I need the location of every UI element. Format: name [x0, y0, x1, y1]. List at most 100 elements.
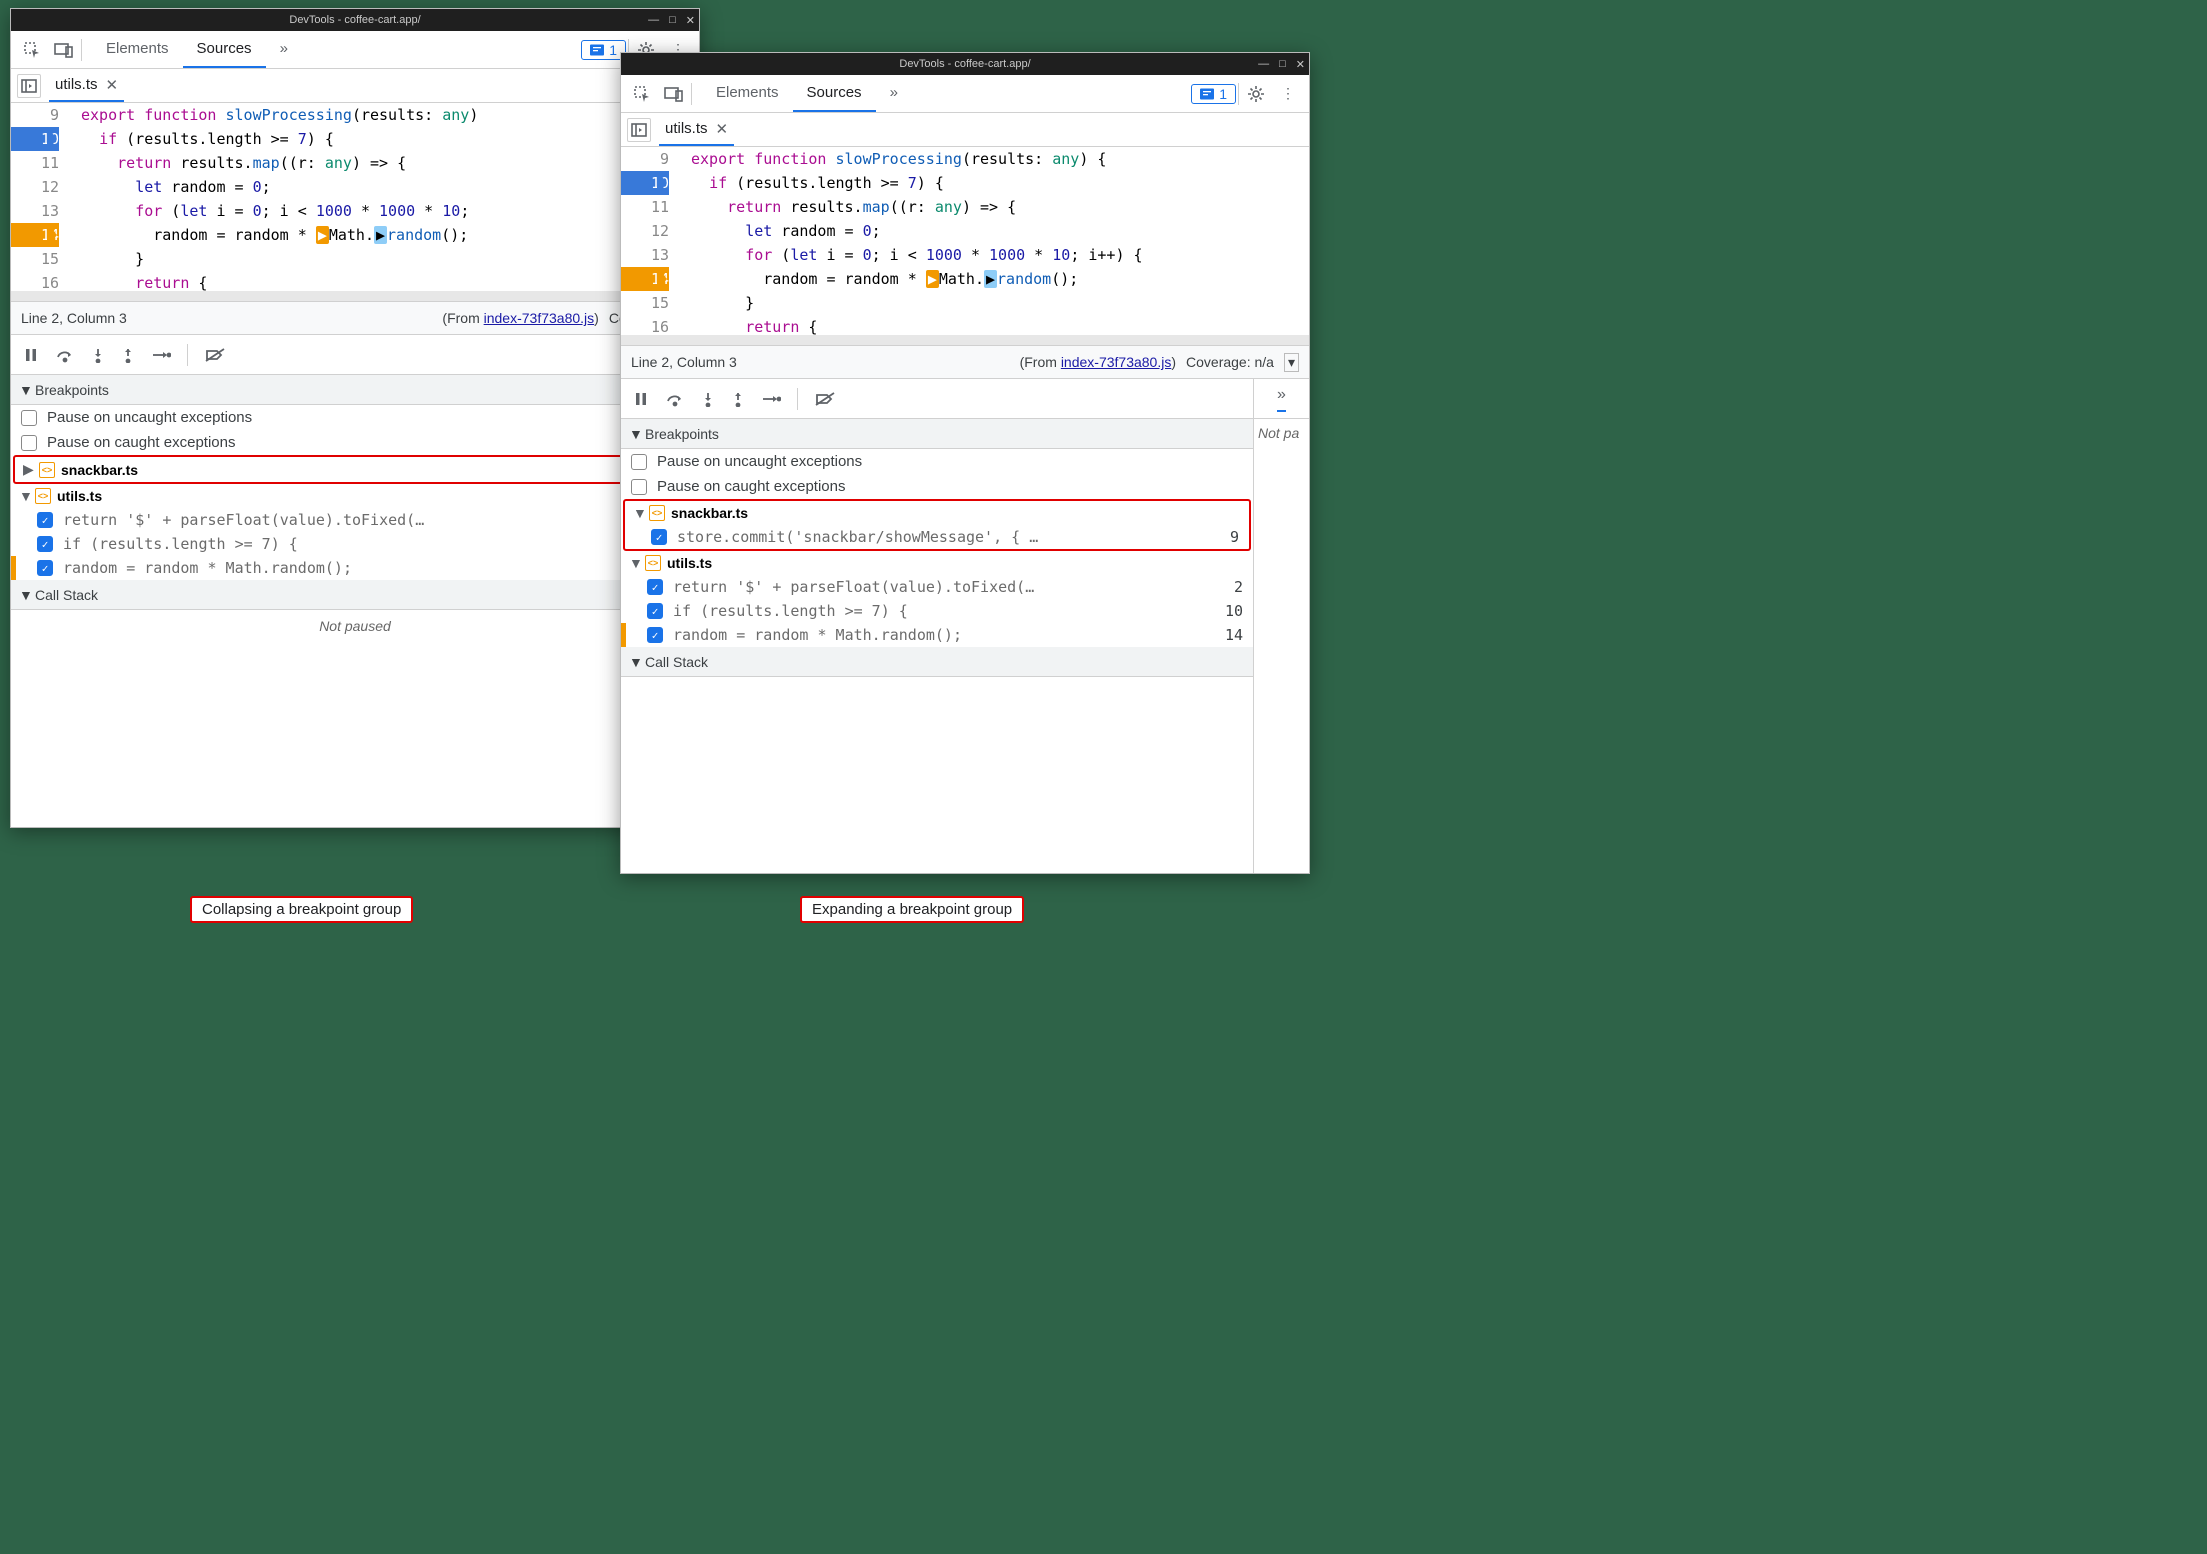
checkbox-checked[interactable]: ✓ [37, 512, 53, 528]
device-toggle-icon[interactable] [49, 35, 79, 65]
close-icon[interactable]: ✕ [106, 76, 119, 94]
checkbox-checked[interactable]: ✓ [37, 560, 53, 576]
breakpoint-entry[interactable]: ✓ if (results.length >= 7) { 10 [621, 599, 1253, 623]
breakpoint-entry[interactable]: ✓ if (results.length >= 7) { 10 [11, 532, 699, 556]
breakpoint-group-snackbar[interactable]: ▶ <> snackbar.ts [15, 457, 695, 482]
scrollbar-horizontal[interactable] [11, 291, 699, 301]
pause-caught-row[interactable]: Pause on caught exceptions [621, 474, 1253, 499]
checkbox-checked[interactable]: ✓ [37, 536, 53, 552]
line-number-breakpoint[interactable]: 10 [621, 171, 669, 195]
breakpoints-pane-header[interactable]: ▼ Breakpoints [621, 419, 1253, 449]
breakpoint-entry[interactable]: ✓ store.commit('snackbar/showMessage', {… [625, 525, 1249, 549]
line-number[interactable]: 13 [621, 243, 669, 267]
checkbox-checked[interactable]: ✓ [647, 579, 663, 595]
inspect-icon[interactable] [627, 79, 657, 109]
issues-badge[interactable]: 1 [1191, 84, 1236, 104]
line-number[interactable]: 9 [11, 103, 59, 127]
device-toggle-icon[interactable] [659, 79, 689, 109]
line-number[interactable]: 15 [621, 291, 669, 315]
navigator-toggle-icon[interactable] [627, 118, 651, 142]
overflow-tabs[interactable]: » [1254, 379, 1309, 419]
tab-sources[interactable]: Sources [183, 31, 266, 68]
tab-sources[interactable]: Sources [793, 75, 876, 112]
file-tab-utils[interactable]: utils.ts ✕ [659, 113, 734, 146]
line-number[interactable]: 11 [11, 151, 59, 175]
chevron-down-icon: ▼ [629, 555, 639, 571]
settings-icon[interactable] [1241, 79, 1271, 109]
breakpoint-entry[interactable]: ✓ return '$' + parseFloat(value).toFixed… [621, 575, 1253, 599]
breakpoint-entry[interactable]: ✓ random = random * Math.random(); 14 [621, 623, 1253, 647]
close-button[interactable]: ✕ [1296, 58, 1305, 71]
checkbox-unchecked[interactable] [631, 454, 647, 470]
code-content[interactable]: export function slowProcessing(results: … [67, 103, 699, 301]
source-map-link[interactable]: index-73f73a80.js [1061, 354, 1172, 370]
deactivate-breakpoints-icon[interactable] [814, 391, 836, 407]
file-tab-utils[interactable]: utils.ts ✕ [49, 69, 124, 102]
issues-count: 1 [1219, 86, 1227, 102]
close-icon[interactable]: ✕ [716, 120, 729, 138]
breakpoint-line-number: 2 [1234, 578, 1243, 596]
step-icon[interactable] [761, 393, 781, 405]
line-number[interactable]: 13 [11, 199, 59, 223]
checkbox-unchecked[interactable] [21, 435, 37, 451]
pause-uncaught-row[interactable]: Pause on uncaught exceptions [11, 405, 699, 430]
step-into-icon[interactable] [91, 347, 105, 363]
chevron-down-icon: ▼ [19, 382, 29, 398]
line-number-conditional-breakpoint[interactable]: 14 [11, 223, 59, 247]
scrollbar-horizontal[interactable] [621, 335, 1309, 345]
checkbox-unchecked[interactable] [631, 479, 647, 495]
line-gutter[interactable]: 9 10 11 12 13 14 15 16 17 [11, 103, 67, 301]
breakpoint-entry[interactable]: ✓ return '$' + parseFloat(value).toFixed… [11, 508, 699, 532]
chevron-down-icon: ▼ [629, 654, 639, 670]
step-icon[interactable] [151, 349, 171, 361]
pause-icon[interactable] [633, 391, 649, 407]
callstack-pane-header[interactable]: ▼ Call Stack [11, 580, 699, 610]
step-out-icon[interactable] [121, 347, 135, 363]
pane-title: Breakpoints [35, 382, 109, 398]
step-out-icon[interactable] [731, 391, 745, 407]
line-number-conditional-breakpoint[interactable]: 14 [621, 267, 669, 291]
line-number[interactable]: 12 [11, 175, 59, 199]
code-content[interactable]: export function slowProcessing(results: … [677, 147, 1309, 345]
checkbox-checked[interactable]: ✓ [651, 529, 667, 545]
line-number-breakpoint[interactable]: 10 [11, 127, 59, 151]
navigator-toggle-icon[interactable] [17, 74, 41, 98]
inspect-icon[interactable] [17, 35, 47, 65]
checkbox-checked[interactable]: ✓ [647, 627, 663, 643]
code-editor[interactable]: 9 10 11 12 13 14 15 16 17 export functio… [621, 147, 1309, 345]
tab-elements[interactable]: Elements [92, 31, 183, 68]
breakpoint-group-snackbar[interactable]: ▼ <> snackbar.ts [625, 501, 1249, 525]
breakpoint-entry[interactable]: ✓ random = random * Math.random(); 14 [11, 556, 699, 580]
line-number[interactable]: 9 [621, 147, 669, 171]
line-number[interactable]: 11 [621, 195, 669, 219]
close-button[interactable]: ✕ [686, 14, 695, 27]
breakpoint-group-utils[interactable]: ▼ <> utils.ts [621, 551, 1253, 575]
pause-caught-row[interactable]: Pause on caught exceptions [11, 430, 699, 455]
minimize-button[interactable]: — [648, 14, 659, 26]
line-number[interactable]: 12 [621, 219, 669, 243]
more-icon[interactable]: ⋮ [1273, 79, 1303, 109]
step-into-icon[interactable] [701, 391, 715, 407]
step-over-icon[interactable] [665, 391, 685, 407]
line-number[interactable]: 15 [11, 247, 59, 271]
source-map-link[interactable]: index-73f73a80.js [484, 310, 595, 326]
chevron-right-icon: ▶ [23, 461, 33, 478]
maximize-button[interactable]: □ [1279, 58, 1286, 70]
tab-overflow[interactable]: » [266, 31, 302, 68]
breakpoint-group-utils[interactable]: ▼ <> utils.ts [11, 484, 699, 508]
pause-uncaught-row[interactable]: Pause on uncaught exceptions [621, 449, 1253, 474]
code-editor[interactable]: 9 10 11 12 13 14 15 16 17 export functio… [11, 103, 699, 301]
maximize-button[interactable]: □ [669, 14, 676, 26]
line-gutter[interactable]: 9 10 11 12 13 14 15 16 17 [621, 147, 677, 345]
tab-elements[interactable]: Elements [702, 75, 793, 112]
deactivate-breakpoints-icon[interactable] [204, 347, 226, 363]
callstack-pane-header[interactable]: ▼ Call Stack [621, 647, 1253, 677]
pause-icon[interactable] [23, 347, 39, 363]
minimize-button[interactable]: — [1258, 58, 1269, 70]
checkbox-checked[interactable]: ✓ [647, 603, 663, 619]
dropdown-icon[interactable]: ▾ [1284, 353, 1299, 372]
checkbox-unchecked[interactable] [21, 410, 37, 426]
tab-overflow[interactable]: » [876, 75, 912, 112]
step-over-icon[interactable] [55, 347, 75, 363]
breakpoints-pane-header[interactable]: ▼ Breakpoints [11, 375, 699, 405]
